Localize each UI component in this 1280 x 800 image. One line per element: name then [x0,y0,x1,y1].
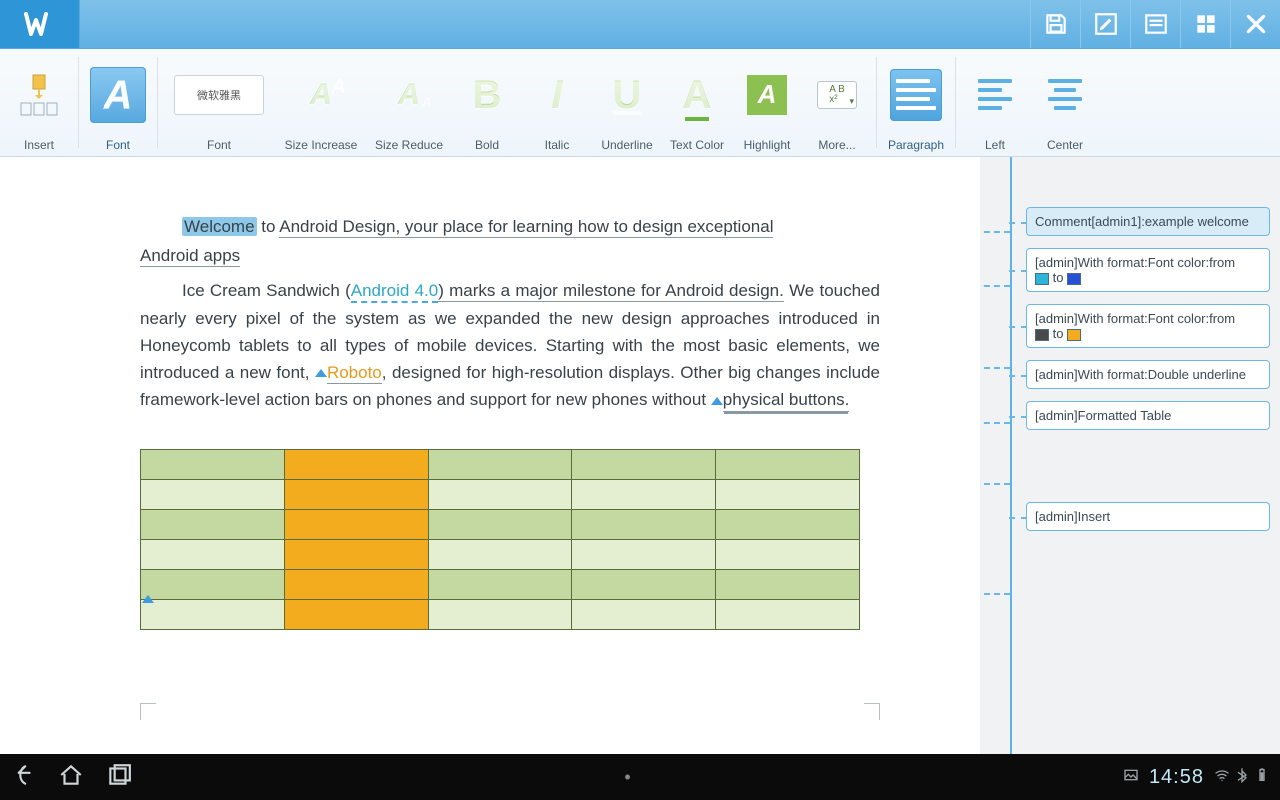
list-icon[interactable] [1130,0,1180,48]
size-increase-label: Size Increase [285,138,358,152]
change-marker-icon [711,397,723,405]
color-swatch [1067,273,1081,285]
font-picker-value: 微软雅黑 [174,75,264,115]
wifi-icon [1214,767,1230,788]
align-left-button[interactable]: Left [962,49,1028,156]
system-navbar: • 14:58 [0,754,1280,800]
comment-item[interactable]: [admin]With format:Font color:from to [1026,304,1270,348]
font-tab-active[interactable]: A Font [85,49,151,156]
change-marker-icon [142,595,154,603]
paragraph-1[interactable]: Welcome to Android Design, your place fo… [140,213,880,240]
highlight-label: Highlight [744,138,791,152]
nav-indicator: • [624,767,630,788]
italic-button[interactable]: I Italic [524,49,590,156]
gallery-icon[interactable] [1123,767,1139,788]
paragraph-1b[interactable]: Android apps [140,242,880,269]
document-page[interactable]: Welcome to Android Design, your place fo… [0,157,980,754]
document-area: Welcome to Android Design, your place fo… [0,157,1280,754]
table-row [141,540,860,570]
text-color-label: Text Color [670,138,724,152]
color-swatch [1035,273,1049,285]
selected-text[interactable]: Welcome [182,217,257,236]
align-center-button[interactable]: Center [1032,49,1098,156]
bold-label: Bold [475,138,499,152]
document-table[interactable] [140,449,860,630]
font-tab-label: Font [106,138,130,152]
table-row [141,600,860,630]
back-icon[interactable] [10,762,36,793]
table-row [141,510,860,540]
comment-item[interactable]: Comment[admin1]:example welcome [1026,207,1270,236]
color-swatch [1035,329,1049,341]
table-row [141,480,860,510]
more-label: More... [818,138,855,152]
underline-label: Underline [601,138,652,152]
size-reduce-button[interactable]: AA Size Reduce [368,49,450,156]
close-icon[interactable] [1230,0,1280,48]
comment-item[interactable]: [admin]Formatted Table [1026,401,1270,430]
size-reduce-label: Size Reduce [375,138,443,152]
home-icon[interactable] [58,762,84,793]
comment-item[interactable]: [admin]With format:Double underline [1026,360,1270,389]
paragraph-2[interactable]: Ice Cream Sandwich (Android 4.0) marks a… [140,277,880,413]
comment-rule [1010,157,1012,754]
color-swatch [1067,329,1081,341]
align-left-label: Left [985,138,1005,152]
font-picker[interactable]: 微软雅黑 Font [164,49,274,156]
comments-panel: Comment[admin1]:example welcome [admin]W… [1016,157,1280,754]
insert-label: Insert [24,138,54,152]
italic-label: Italic [545,138,570,152]
battery-icon [1254,767,1270,788]
table-row [141,570,860,600]
bold-button[interactable]: B Bold [454,49,520,156]
comment-item[interactable]: [admin]With format:Font color:from to [1026,248,1270,292]
grid-icon[interactable] [1180,0,1230,48]
ribbon-toolbar: Insert A Font 微软雅黑 Font AA Size Increase… [0,49,1280,157]
paragraph-button[interactable]: Paragraph [883,49,949,156]
recent-apps-icon[interactable] [106,762,132,793]
change-marker-icon [315,369,327,377]
paragraph-label: Paragraph [888,138,944,152]
clock: 14:58 [1149,766,1204,789]
comment-item[interactable]: [admin]Insert [1026,502,1270,531]
font-picker-label: Font [207,138,231,152]
text-color-button[interactable]: A Text Color [664,49,730,156]
insert-button[interactable]: Insert [6,49,72,156]
app-title-bar [0,0,1280,49]
highlight-button[interactable]: A Highlight [734,49,800,156]
edit-icon[interactable] [1080,0,1130,48]
bluetooth-icon [1234,767,1250,788]
table-row [141,450,860,480]
underline-button[interactable]: U Underline [594,49,660,156]
app-logo[interactable] [0,0,80,48]
more-button[interactable]: A Bx²▾ More... [804,49,870,156]
save-icon[interactable] [1030,0,1080,48]
align-center-label: Center [1047,138,1083,152]
size-increase-button[interactable]: AA Size Increase [278,49,364,156]
